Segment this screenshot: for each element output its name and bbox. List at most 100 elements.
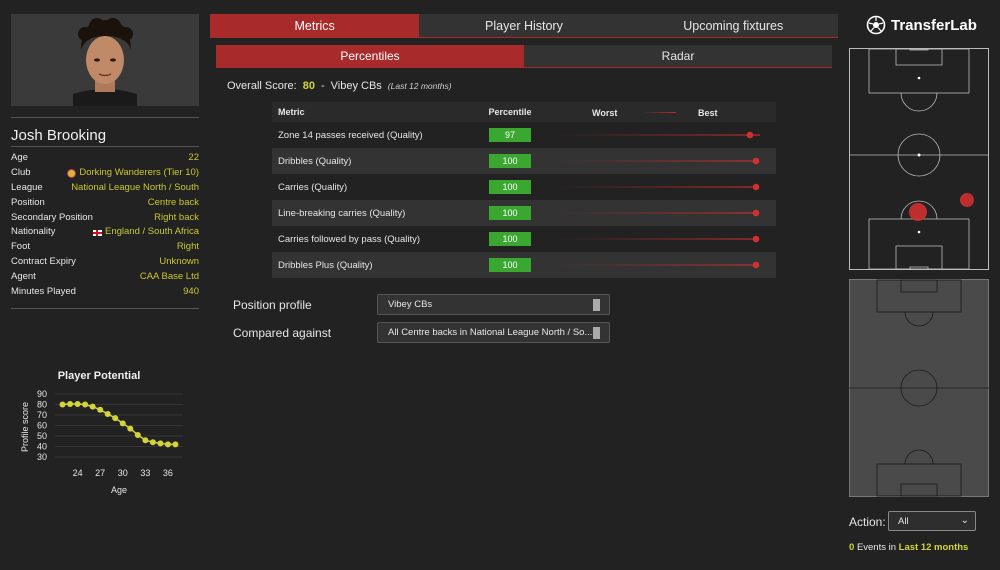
overall-period: (Last 12 months) xyxy=(387,81,452,91)
bar-line xyxy=(552,212,756,214)
x-axis-label: Age xyxy=(111,485,127,495)
action-label: Action: xyxy=(849,515,886,529)
compared-against-row: Compared against All Centre backs in Nat… xyxy=(233,322,610,343)
tab-player-history[interactable]: Player History xyxy=(419,14,629,37)
table-row: Dribbles (Quality) 100 xyxy=(272,148,776,174)
data-point xyxy=(164,441,171,448)
info-value: Right xyxy=(176,241,199,253)
data-point xyxy=(67,400,74,407)
info-value: CAA Base Ltd xyxy=(139,271,199,283)
x-tick-label: 27 xyxy=(95,468,105,478)
metrics-table: Metric Percentile Worst Best Zone 14 pas… xyxy=(272,102,776,278)
info-row-league: League National League North / South xyxy=(11,181,199,196)
data-point xyxy=(59,401,66,408)
tab-percentiles[interactable]: Percentiles xyxy=(216,45,524,67)
info-key: Position xyxy=(11,196,45,208)
data-point xyxy=(119,420,126,427)
table-row: Carries followed by pass (Quality) 100 xyxy=(272,226,776,252)
percentile-badge: 100 xyxy=(489,232,531,246)
tab-metrics[interactable]: Metrics xyxy=(210,14,420,37)
divider xyxy=(11,117,199,118)
divider xyxy=(11,146,199,147)
tab-radar[interactable]: Radar xyxy=(524,45,832,67)
overall-score-value: 80 xyxy=(302,80,315,92)
percentile-dot xyxy=(752,209,760,217)
metric-name: Dribbles (Quality) xyxy=(278,155,352,167)
percentile-dot xyxy=(752,261,760,269)
divider xyxy=(11,308,199,309)
data-point xyxy=(142,437,149,444)
data-point xyxy=(82,401,89,408)
percentile-badge: 97 xyxy=(489,128,531,142)
tab-upcoming-fixtures[interactable]: Upcoming fixtures xyxy=(628,14,838,37)
main-tabs: Metrics Player History Upcoming fixtures xyxy=(210,14,838,38)
compared-against-select[interactable]: All Centre backs in National League Nort… xyxy=(377,322,610,343)
info-key: Contract Expiry xyxy=(11,256,76,268)
info-key: Foot xyxy=(11,241,31,253)
bar-line xyxy=(552,264,756,266)
header-best: Best xyxy=(698,108,718,118)
percentile-badge: 100 xyxy=(489,206,531,220)
compared-against-label: Compared against xyxy=(233,325,332,340)
legend-gradient-line xyxy=(642,112,676,113)
info-row-age: Age 22 xyxy=(11,151,199,166)
table-row: Carries (Quality) 100 xyxy=(272,174,776,200)
action-value: All xyxy=(898,515,909,527)
metric-name: Line-breaking carries (Quality) xyxy=(278,207,406,219)
header-metric: Metric xyxy=(278,107,305,117)
y-tick-label: 50 xyxy=(37,431,47,441)
brand-name: TransferLab xyxy=(891,16,977,34)
info-row-secondary-position: Secondary Position Right back xyxy=(11,211,199,226)
overall-profile: Vibey CBs xyxy=(330,80,382,92)
overall-score-label: Overall Score: xyxy=(227,80,297,92)
info-row-minutes: Minutes Played 940 xyxy=(11,285,199,300)
y-tick-label: 30 xyxy=(37,452,47,462)
player-photo xyxy=(11,14,199,106)
info-row-agent: Agent CAA Base Ltd xyxy=(11,270,199,285)
data-point xyxy=(172,441,179,448)
event-dot xyxy=(909,203,927,221)
metric-name: Zone 14 passes received (Quality) xyxy=(278,129,423,141)
data-point xyxy=(104,410,111,417)
club-link[interactable]: Dorking Wanderers (Tier 10) xyxy=(67,166,199,181)
event-dot xyxy=(960,193,974,207)
position-profile-label: Position profile xyxy=(233,297,312,312)
events-count: 0 xyxy=(849,542,855,553)
percentile-dot xyxy=(752,235,760,243)
info-value: 940 xyxy=(183,286,199,298)
percentile-dot xyxy=(752,157,760,165)
data-point xyxy=(127,425,134,432)
info-key: Club xyxy=(11,166,31,178)
metric-name: Carries (Quality) xyxy=(278,181,348,193)
england-flag-icon xyxy=(92,229,102,236)
percentile-bar xyxy=(552,209,760,217)
brand-logo: TransferLab xyxy=(866,15,977,35)
y-tick-label: 70 xyxy=(37,410,47,420)
data-point xyxy=(149,439,156,446)
events-period: Last 12 months xyxy=(898,542,969,553)
percentile-bar xyxy=(552,235,760,243)
data-point xyxy=(74,400,81,407)
y-axis-label: Profile score xyxy=(20,402,30,452)
info-key: Secondary Position xyxy=(11,211,93,223)
heatmap-pitch xyxy=(849,279,989,497)
percentile-bar xyxy=(552,157,760,165)
percentile-bar xyxy=(552,131,760,139)
info-value[interactable]: Dorking Wanderers (Tier 10) xyxy=(79,166,199,181)
info-key: Minutes Played xyxy=(11,286,76,298)
info-value: National League North / South xyxy=(71,181,199,193)
table-row: Zone 14 passes received (Quality) 97 xyxy=(272,122,776,148)
position-profile-select[interactable]: Vibey CBs xyxy=(377,294,610,315)
overall-separator: - xyxy=(320,80,325,92)
position-profile-value: Vibey CBs xyxy=(388,299,433,310)
x-tick-label: 33 xyxy=(140,468,150,478)
data-point xyxy=(97,406,104,413)
bar-line xyxy=(552,134,760,136)
player-name: Josh Brooking xyxy=(11,127,107,144)
header-percentile: Percentile xyxy=(488,107,532,117)
events-pitch-map xyxy=(849,48,989,270)
bar-line xyxy=(552,186,756,188)
action-select[interactable]: All ⌄ xyxy=(888,511,976,531)
player-potential-chart: Player Potential 90807060504030 24 27 30 33… xyxy=(20,370,183,495)
info-row-position: Position Centre back xyxy=(11,196,199,211)
